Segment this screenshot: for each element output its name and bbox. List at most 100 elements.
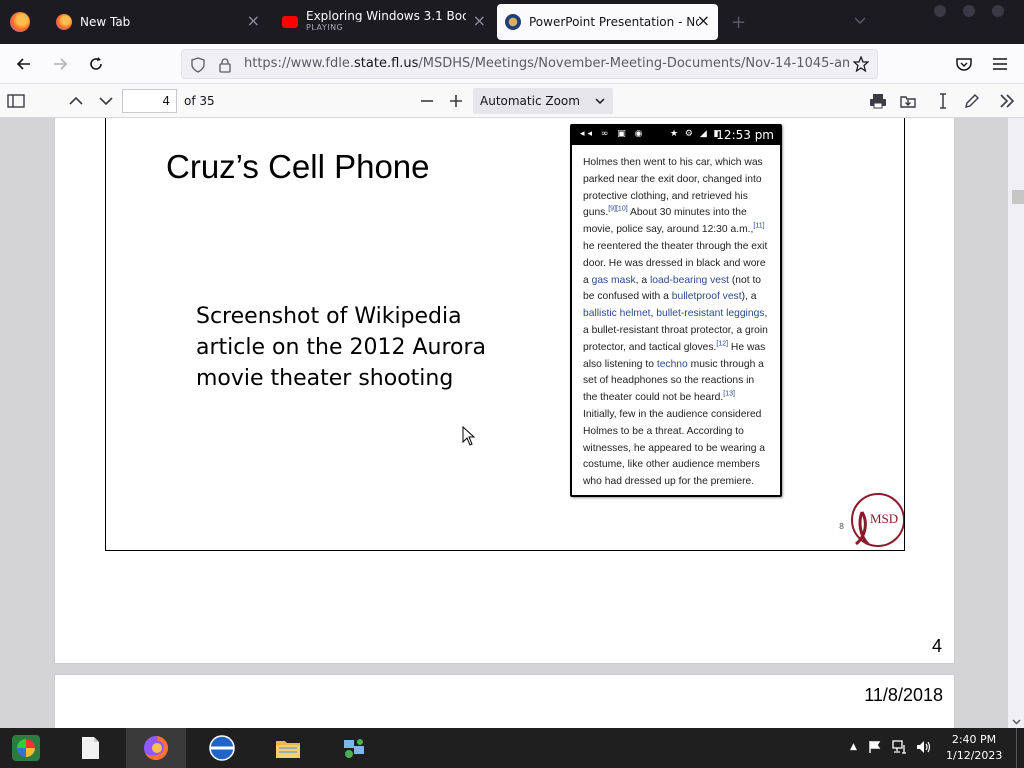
page-number-label: 4 (931, 636, 942, 656)
url-text[interactable]: https://www.fdle.state.fl.us/MSDHS/Meeti… (244, 56, 849, 71)
next-page-chevron-down-icon[interactable] (96, 91, 116, 111)
close-icon[interactable]: × (247, 13, 260, 29)
text-select-cursor-icon[interactable] (933, 91, 953, 111)
mouse-pointer-icon (462, 426, 476, 446)
forward-arrow-icon[interactable] (50, 54, 70, 74)
firefox-icon (144, 736, 168, 760)
volume-speaker-icon[interactable] (916, 740, 932, 754)
vertical-scrollbar[interactable] (1008, 118, 1024, 728)
article-link: bulletproof vest (671, 291, 742, 303)
folder-icon (276, 741, 300, 758)
msd-logo-text: MSD (870, 511, 898, 526)
chevron-down-icon (595, 98, 605, 105)
slide-number: 8 (839, 522, 845, 531)
msd-ribbon-logo: MSD (851, 493, 904, 547)
globe-orb-icon (209, 735, 235, 761)
list-all-tabs-chevron-icon[interactable] (854, 14, 866, 26)
firefox-view-icon[interactable] (10, 12, 30, 32)
zoom-out-minus-icon[interactable] (417, 91, 437, 111)
firefox-icon (56, 14, 72, 30)
close-icon[interactable]: × (697, 13, 710, 29)
show-hidden-icons-chevron-icon[interactable]: ▲ (850, 742, 857, 752)
tab-strip: New Tab × Exploring Windows 3.1 Bootlegs… (0, 0, 1024, 44)
sidebar-toggle-icon[interactable] (6, 91, 26, 111)
phone-status-bar: ◂◂ ∞ ▣ ◉ ★ ⚙ ◢ ▮ 12:53 pm (572, 126, 780, 145)
tab-new-tab[interactable]: New Tab × (52, 4, 268, 40)
slide-date: 11/8/2018 (864, 685, 943, 705)
previous-page-chevron-up-icon[interactable] (66, 91, 86, 111)
slide-body-text: Screenshot of Wikipedia article on the 2… (196, 304, 487, 391)
address-bar[interactable]: https://www.fdle.state.fl.us/MSDHS/Meeti… (181, 49, 878, 79)
taskbar: ▲ 2:40 PM 1/12/2023 (0, 728, 1024, 768)
new-tab-plus-icon[interactable]: + (731, 12, 746, 33)
article-link: gas mask (591, 274, 636, 286)
action-center-flag-icon[interactable] (868, 740, 882, 754)
network-users-icon (344, 739, 364, 758)
phone-screenshot: ◂◂ ∞ ▣ ◉ ★ ⚙ ◢ ▮ 12:53 pm Holmes then we… (570, 124, 782, 497)
slide: Cruz’s Cell Phone Screenshot of Wikipedi… (105, 118, 905, 551)
scroll-down-arrow-icon[interactable] (1012, 717, 1021, 726)
page-total-label: of 35 (184, 94, 215, 108)
article-text-run: , a (635, 274, 650, 286)
pdf-page-next: 11/8/2018 (55, 675, 954, 728)
tab-title: New Tab (80, 15, 131, 29)
maximize-button[interactable] (963, 5, 975, 17)
start-button[interactable] (0, 728, 60, 768)
tools-double-chevron-icon[interactable] (997, 91, 1017, 111)
phone-status-time: 12:53 pm (716, 128, 774, 142)
tab-title: PowerPoint Presentation - Nov-14 (529, 15, 699, 29)
citation-superscript: [13] (723, 390, 735, 398)
seal-icon (505, 14, 521, 30)
tab-powerpoint-pdf[interactable]: PowerPoint Presentation - Nov-14 × (497, 4, 718, 40)
taskbar-firefox[interactable] (126, 728, 186, 768)
show-desktop-button[interactable] (1016, 728, 1024, 768)
document-icon (82, 737, 99, 759)
hamburger-menu-icon[interactable] (990, 54, 1010, 74)
scrollbar-thumb[interactable] (1012, 190, 1024, 204)
taskbar-file-explorer[interactable] (258, 728, 318, 768)
network-icon[interactable] (892, 740, 908, 754)
article-text-run: Initially, few in the audience considere… (583, 408, 766, 488)
zoom-select[interactable]: Automatic Zoom (473, 88, 613, 114)
notification-icons: ◂◂ ∞ ▣ ◉ (580, 129, 646, 139)
bookmark-star-icon[interactable] (853, 56, 869, 72)
clock-date: 1/12/2023 (946, 749, 1003, 762)
tab-title: Exploring Windows 3.1 Bootlegs (306, 10, 466, 22)
tab-youtube[interactable]: Exploring Windows 3.1 Bootlegs PLAYING × (278, 4, 494, 40)
close-icon[interactable]: × (473, 13, 486, 29)
page-number-input[interactable]: 4 (122, 89, 177, 113)
clock[interactable]: 2:40 PM 1/12/2023 (946, 732, 1002, 764)
citation-superscript: [11] (753, 222, 765, 230)
pdf-page: Cruz’s Cell Phone Screenshot of Wikipedi… (55, 118, 954, 663)
youtube-icon (282, 16, 298, 28)
article-link: bullet-resistant leggings (656, 308, 765, 320)
close-window-button[interactable] (992, 5, 1004, 17)
draw-pencil-icon[interactable] (962, 91, 982, 111)
back-arrow-icon[interactable] (14, 54, 34, 74)
article-link: ballistic helmet (583, 308, 651, 320)
clock-time: 2:40 PM (951, 733, 997, 746)
system-tray: ▲ 2:40 PM 1/12/2023 (824, 728, 1024, 768)
minimize-button[interactable] (934, 5, 946, 17)
save-download-icon[interactable] (898, 91, 918, 111)
zoom-value: Automatic Zoom (480, 94, 580, 108)
start-orb-icon (12, 735, 40, 761)
citation-superscript: [12] (716, 340, 729, 348)
zoom-in-plus-icon[interactable] (446, 91, 466, 111)
lock-icon[interactable] (218, 57, 232, 73)
taskbar-network-app[interactable] (324, 728, 384, 768)
article-link: load-bearing vest (649, 274, 729, 286)
wikipedia-article-text: Holmes then went to his car, which was p… (572, 145, 780, 491)
signal-icons: ★ ⚙ ◢ ▮ (670, 129, 721, 139)
citation-superscript: [9][10] (608, 205, 628, 213)
reload-icon[interactable] (86, 54, 106, 74)
pdf-toolbar: 4 of 35 Automatic Zoom (0, 84, 1024, 118)
article-text-run: ), a (741, 291, 757, 303)
tab-playing-label: PLAYING (306, 23, 344, 32)
pdf-viewer[interactable]: Cruz’s Cell Phone Screenshot of Wikipedi… (0, 118, 1024, 728)
taskbar-browser-orb[interactable] (192, 728, 252, 768)
taskbar-notepad[interactable] (60, 728, 120, 768)
pocket-icon[interactable] (954, 54, 974, 74)
print-icon[interactable] (868, 91, 888, 111)
shield-icon[interactable] (190, 57, 206, 73)
